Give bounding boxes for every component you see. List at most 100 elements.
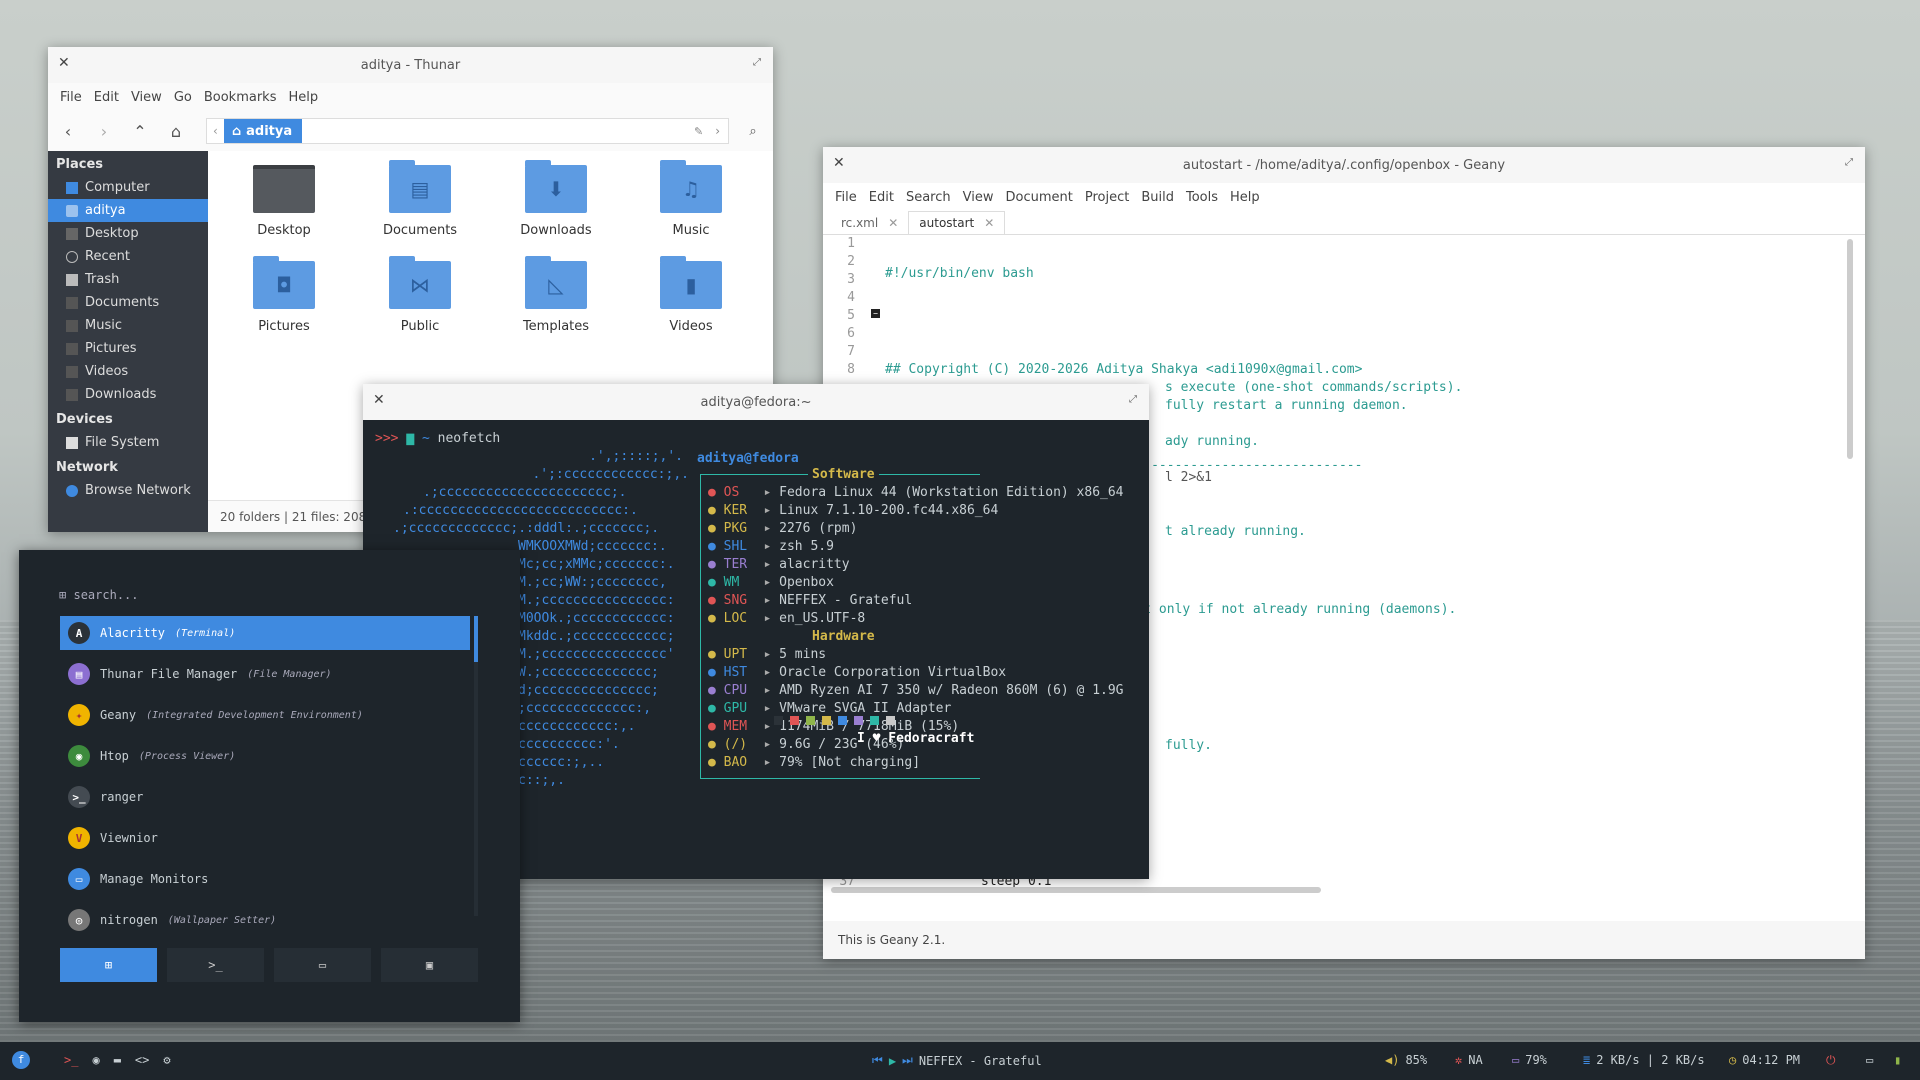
globe-icon[interactable]: ◉ — [92, 1053, 99, 1067]
sidebar-item-music[interactable]: Music — [48, 314, 208, 337]
videos-folder-icon: ▮ — [660, 256, 722, 309]
menu-file[interactable]: File — [54, 90, 88, 105]
close-icon[interactable]: ✕ — [373, 392, 385, 408]
fedora-logo-icon[interactable]: f — [12, 1051, 30, 1069]
folder-videos[interactable]: ▮ Videos — [631, 256, 751, 334]
line-number: 1 — [847, 236, 855, 251]
sidebar-item-recent[interactable]: Recent — [48, 245, 208, 268]
close-tab-icon[interactable]: ✕ — [888, 216, 898, 230]
trash-icon — [66, 273, 78, 286]
search-icon[interactable]: ⌕ — [741, 119, 765, 143]
chevron-right-icon[interactable]: › — [715, 124, 728, 138]
launcher-item[interactable]: A Alacritty (Terminal) — [60, 616, 470, 650]
menu-file[interactable]: File — [829, 190, 863, 205]
menu-project[interactable]: Project — [1079, 190, 1135, 205]
maximize-icon[interactable]: ⤢ — [1129, 394, 1137, 405]
app-icon: ▭ — [68, 868, 90, 890]
sidebar-item-trash[interactable]: Trash — [48, 268, 208, 291]
menu-help[interactable]: Help — [1224, 190, 1266, 205]
folder-downloads[interactable]: ⬇ Downloads — [496, 160, 616, 238]
logo-line: Mc;cc;xMMc;ccccccc:. — [518, 557, 675, 572]
menu-edit[interactable]: Edit — [88, 90, 125, 105]
sidebar-item-downloads[interactable]: Downloads — [48, 383, 208, 406]
gear-icon[interactable]: ⚙ — [163, 1053, 170, 1067]
arrow-icon: ▸ — [755, 503, 780, 518]
tab-autostart[interactable]: autostart ✕ — [908, 211, 1006, 234]
dot-icon: ● — [708, 575, 724, 590]
thunar-titlebar[interactable]: ✕ aditya - Thunar ⤢ — [48, 47, 773, 83]
app-launcher: ⊞ search... A Alacritty (Terminal) ▤ Thunar … — [19, 550, 520, 1022]
menu-build[interactable]: Build — [1135, 190, 1180, 205]
launcher-item[interactable]: V Viewnior — [60, 821, 470, 855]
folder-music[interactable]: ♫ Music — [631, 160, 751, 238]
menu-view[interactable]: View — [125, 90, 168, 105]
windows-button[interactable]: ▣ — [381, 948, 478, 982]
play-icon[interactable]: ▶ — [889, 1054, 896, 1068]
menu-view[interactable]: View — [957, 190, 1000, 205]
geany-titlebar[interactable]: ✕ autostart - /home/aditya/.config/openb… — [823, 147, 1865, 183]
launcher-scrollbar[interactable] — [474, 616, 478, 916]
battery-tray-icon[interactable]: ▮ — [1894, 1053, 1901, 1067]
folder-documents[interactable]: ▤ Documents — [360, 160, 480, 238]
folder-public[interactable]: ⋈ Public — [360, 256, 480, 334]
up-arrow-icon[interactable]: ⌃ — [128, 119, 152, 143]
launcher-item[interactable]: ▭ Manage Monitors — [60, 862, 470, 896]
menu-document[interactable]: Document — [999, 190, 1078, 205]
notification-icon[interactable]: ▭ — [1866, 1053, 1873, 1067]
folder-templates[interactable]: ◺ Templates — [496, 256, 616, 334]
launcher-item[interactable]: ▤ Thunar File Manager (File Manager) — [60, 657, 470, 691]
close-icon[interactable]: ✕ — [58, 55, 70, 71]
folder-desktop[interactable]: Desktop — [224, 165, 344, 238]
maximize-icon[interactable]: ⤢ — [753, 57, 761, 68]
logo-line: cccccccccc:'. — [518, 737, 620, 752]
next-icon[interactable]: ⏭ — [902, 1053, 913, 1068]
location-bar[interactable]: ‹ ⌂ aditya ✎ › — [206, 118, 729, 144]
menu-go[interactable]: Go — [168, 90, 198, 105]
files-button[interactable]: ▭ — [274, 948, 371, 982]
tab-rc-xml[interactable]: rc.xml ✕ — [831, 212, 908, 234]
power-icon[interactable]: ⏻ — [1826, 1053, 1836, 1068]
terminal-icon[interactable]: >_ — [64, 1053, 78, 1067]
close-icon[interactable]: ✕ — [833, 155, 845, 171]
sidebar-item-pictures[interactable]: Pictures — [48, 337, 208, 360]
palette-swatch — [774, 716, 783, 725]
menu-bookmarks[interactable]: Bookmarks — [198, 90, 283, 105]
apps-grid-button[interactable]: ⊞ — [60, 948, 157, 982]
back-arrow-icon[interactable]: ‹ — [56, 119, 80, 143]
sidebar-item-filesystem[interactable]: File System — [48, 431, 208, 454]
sidebar-item-computer[interactable]: Computer — [48, 176, 208, 199]
menu-search[interactable]: Search — [900, 190, 957, 205]
home-icon[interactable]: ⌂ — [164, 119, 188, 143]
previous-icon[interactable]: ⏮ — [872, 1053, 883, 1068]
clock[interactable]: ◷ 04:12 PM — [1729, 1053, 1800, 1067]
sidebar-item-desktop[interactable]: Desktop — [48, 222, 208, 245]
fold-marker-icon[interactable]: − — [871, 309, 880, 318]
sidebar-item-videos[interactable]: Videos — [48, 360, 208, 383]
menu-edit[interactable]: Edit — [863, 190, 900, 205]
sidebar-item-aditya[interactable]: aditya — [48, 199, 208, 222]
horizontal-scrollbar[interactable] — [831, 887, 1321, 893]
menu-tools[interactable]: Tools — [1180, 190, 1224, 205]
forward-arrow-icon[interactable]: › — [92, 119, 116, 143]
breadcrumb-aditya[interactable]: ⌂ aditya — [223, 119, 303, 143]
maximize-icon[interactable]: ⤢ — [1845, 157, 1853, 168]
code-icon[interactable]: <> — [135, 1053, 149, 1067]
vertical-scrollbar[interactable] — [1847, 239, 1853, 459]
menu-help[interactable]: Help — [282, 90, 324, 105]
sidebar-item-documents[interactable]: Documents — [48, 291, 208, 314]
volume[interactable]: ◀) 85% — [1385, 1053, 1427, 1067]
chevron-left-icon[interactable]: ‹ — [207, 124, 224, 138]
launcher-item[interactable]: ✦ Geany (Integrated Development Environmen… — [60, 698, 470, 732]
run-command-button[interactable]: >_ — [167, 948, 264, 982]
close-tab-icon[interactable]: ✕ — [984, 216, 994, 230]
sidebar-item-browse-network[interactable]: Browse Network — [48, 479, 208, 502]
launcher-item[interactable]: ◉ Htop (Process Viewer) — [60, 739, 470, 773]
launcher-item[interactable]: ◎ nitrogen (Wallpaper Setter) — [60, 903, 470, 937]
edit-icon[interactable]: ✎ — [694, 125, 715, 138]
terminal-titlebar[interactable]: ✕ aditya@fedora:~ ⤢ — [363, 384, 1149, 420]
folder-pictures[interactable]: ◘ Pictures — [224, 256, 344, 334]
arrow-icon: ▸ — [755, 755, 780, 770]
launcher-item[interactable]: >_ ranger — [60, 780, 470, 814]
folder-icon[interactable]: ▬ — [114, 1053, 121, 1067]
search-input[interactable]: ⊞ search... — [59, 588, 139, 602]
